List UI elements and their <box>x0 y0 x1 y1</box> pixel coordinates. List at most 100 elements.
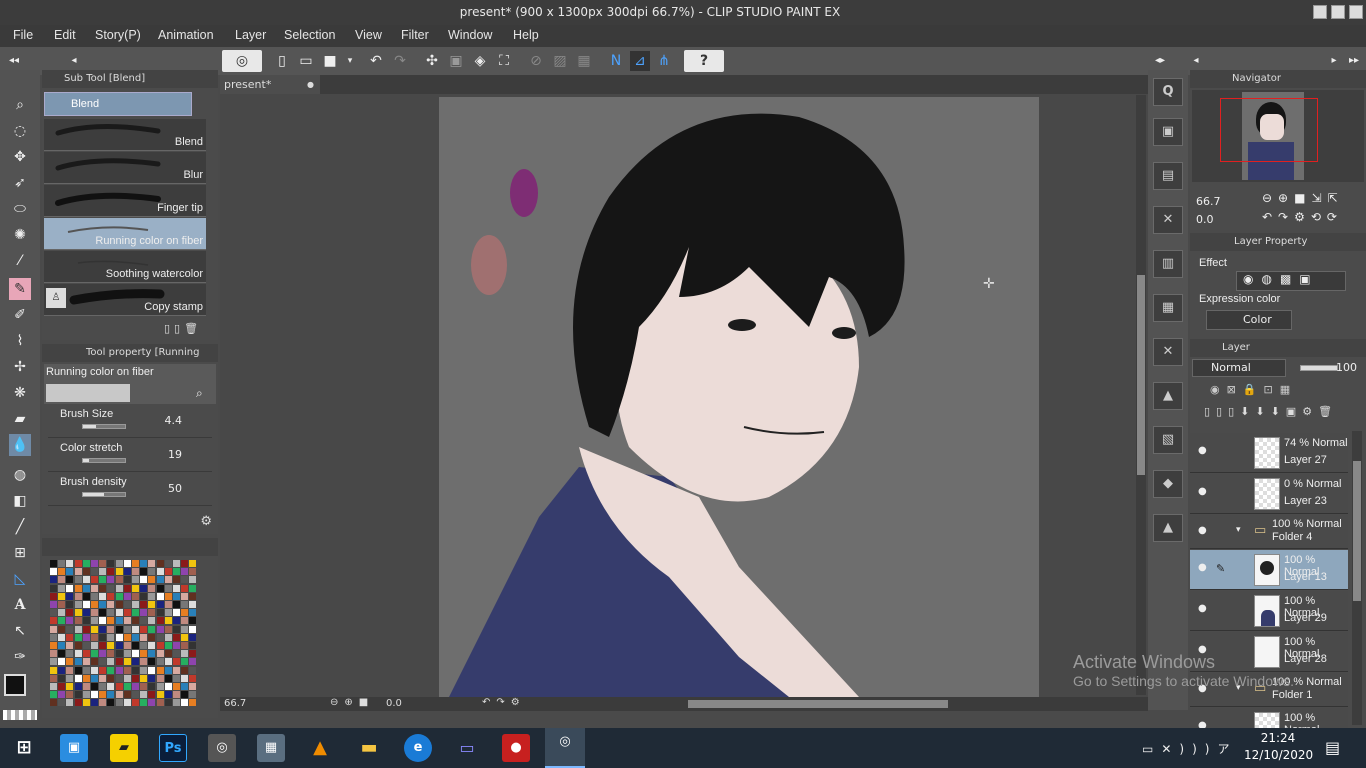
color-swatch[interactable] <box>58 691 66 699</box>
color-swatch[interactable] <box>66 691 74 699</box>
color-swatch[interactable] <box>140 691 148 699</box>
color-swatch[interactable] <box>58 633 66 641</box>
color-swatch[interactable] <box>107 601 115 608</box>
color-swatch[interactable] <box>99 699 107 707</box>
color-swatch[interactable] <box>107 617 115 625</box>
color-swatch[interactable] <box>107 666 115 674</box>
color-swatch[interactable] <box>115 560 123 567</box>
color-swatch[interactable] <box>74 699 82 707</box>
close-tab-icon[interactable]: ● <box>307 75 314 94</box>
color-swatch[interactable] <box>123 609 131 617</box>
navigator-zoom-controls[interactable]: ⊖⊕■⇲⇱ <box>1262 191 1344 205</box>
color-swatch[interactable] <box>189 560 197 567</box>
color-swatch[interactable] <box>123 568 131 576</box>
main-color-swatch[interactable] <box>4 674 26 696</box>
color-swatch[interactable] <box>132 560 139 567</box>
color-swatch[interactable] <box>156 568 164 576</box>
brush-density-slider[interactable]: Brush density 50 <box>48 474 212 506</box>
color-swatch[interactable] <box>50 617 57 625</box>
color-swatch[interactable] <box>58 642 66 649</box>
color-swatch[interactable] <box>66 617 74 625</box>
color-swatch[interactable] <box>82 683 90 690</box>
system-tray-icons[interactable]: ▭✕)))ア <box>1142 740 1237 757</box>
color-stretch-slider[interactable]: Color stretch 19 <box>48 440 212 472</box>
color-swatch[interactable] <box>82 625 90 633</box>
color-swatch[interactable] <box>50 560 57 567</box>
color-swatch[interactable] <box>82 633 90 641</box>
color-swatch[interactable] <box>123 650 131 658</box>
color-swatch[interactable] <box>66 683 74 690</box>
color-swatch[interactable] <box>91 592 98 600</box>
among-us-icon[interactable]: ● <box>502 734 530 762</box>
color-swatch[interactable] <box>82 658 90 666</box>
color-swatch[interactable] <box>107 699 115 707</box>
color-swatch[interactable] <box>148 633 156 641</box>
slider-value[interactable]: 50 <box>168 482 182 495</box>
effect-buttons[interactable]: ◉◍▩▣ <box>1236 271 1346 291</box>
blend-mode-dropdown[interactable]: Normal <box>1192 359 1286 377</box>
color-swatch[interactable] <box>50 666 57 674</box>
edge-icon[interactable]: e <box>404 734 432 762</box>
color-swatch[interactable] <box>82 584 90 592</box>
color-swatch[interactable] <box>148 691 156 699</box>
color-swatch[interactable] <box>132 658 139 666</box>
color-swatch[interactable] <box>74 674 82 682</box>
color-swatch[interactable] <box>132 666 139 674</box>
operation-tool-icon[interactable]: ➶ <box>9 172 31 194</box>
color-swatch[interactable] <box>91 625 98 633</box>
color-swatch[interactable] <box>148 642 156 649</box>
layer-row[interactable]: ● 100 % Normal Layer 29 <box>1190 591 1348 631</box>
color-swatch[interactable] <box>164 633 172 641</box>
color-swatch[interactable] <box>58 625 66 633</box>
layer-row[interactable]: ● 100 % Normal <box>1190 708 1348 729</box>
color-swatch[interactable] <box>91 584 98 592</box>
eyedropper-tool-icon[interactable]: ⁄ <box>9 250 31 272</box>
color-swatch[interactable] <box>74 568 82 576</box>
color-swatch[interactable] <box>91 666 98 674</box>
color-swatch[interactable] <box>82 592 90 600</box>
color-swatch[interactable] <box>148 568 156 576</box>
snap-grid-icon[interactable]: ⋔ <box>654 51 674 71</box>
color-swatch[interactable] <box>66 633 74 641</box>
navigator-view-frame[interactable] <box>1220 98 1318 162</box>
color-swatch[interactable] <box>189 601 197 608</box>
clock-date[interactable]: 12/10/2020 <box>1244 748 1313 762</box>
color-swatch[interactable] <box>74 666 82 674</box>
new-file-icon[interactable]: ▯ <box>272 51 292 71</box>
frame-tool-icon[interactable]: ⊞ <box>9 542 31 564</box>
color-swatch[interactable] <box>99 584 107 592</box>
navigator-rotate-controls[interactable]: ↶↷⚙⟲⟳ <box>1262 210 1343 224</box>
color-swatch[interactable] <box>156 658 164 666</box>
color-swatch[interactable] <box>156 633 164 641</box>
panel-icon[interactable]: ▣ <box>1153 118 1183 146</box>
color-swatch[interactable] <box>66 699 74 707</box>
balloon-tool-icon[interactable]: ↖ <box>9 620 31 642</box>
gamepad-icon[interactable]: ▭ <box>453 734 481 762</box>
color-swatch[interactable] <box>82 576 90 584</box>
color-swatch[interactable] <box>140 560 148 567</box>
brush-tool-icon[interactable]: ⌇ <box>9 330 31 352</box>
zoom-value[interactable]: 66.7 <box>224 698 246 709</box>
color-swatch[interactable] <box>50 642 57 649</box>
color-swatch[interactable] <box>74 683 82 690</box>
color-swatch[interactable] <box>132 683 139 690</box>
color-swatch[interactable] <box>50 576 57 584</box>
slider-value[interactable]: 4.4 <box>165 414 183 427</box>
rotate-controls[interactable]: ↶↷⚙ <box>482 697 526 708</box>
color-swatch[interactable] <box>91 617 98 625</box>
color-swatch[interactable] <box>156 592 164 600</box>
color-swatch[interactable] <box>99 568 107 576</box>
color-swatch[interactable] <box>99 576 107 584</box>
color-swatch[interactable] <box>107 658 115 666</box>
color-swatch[interactable] <box>107 568 115 576</box>
collapse-icon-2[interactable]: ◂ <box>1186 51 1206 71</box>
scrollbar-thumb[interactable] <box>1137 275 1145 475</box>
save-dropdown-icon[interactable]: ▾ <box>340 51 360 71</box>
color-swatch[interactable] <box>181 584 189 592</box>
menu-edit[interactable]: Edit <box>54 28 76 42</box>
color-swatch[interactable] <box>91 568 98 576</box>
transparent-color-swatch[interactable] <box>3 710 37 720</box>
folder-collapse-icon[interactable]: ▾ <box>1236 525 1241 535</box>
color-swatch[interactable] <box>173 568 180 576</box>
color-swatch[interactable] <box>50 568 57 576</box>
